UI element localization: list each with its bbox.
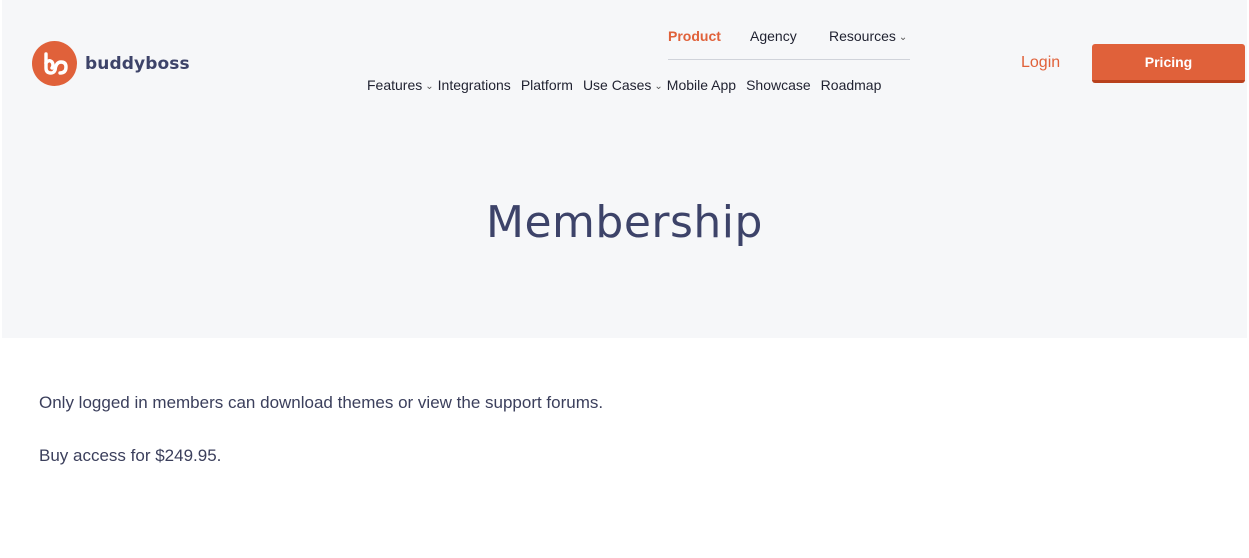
brand-logo-link[interactable]: buddyboss <box>32 41 190 86</box>
chevron-down-icon: ⌄ <box>898 32 908 43</box>
nav-features[interactable]: Features ⌄ <box>367 77 434 93</box>
chevron-down-icon: ⌄ <box>654 81 663 92</box>
nav-use-cases[interactable]: Use Cases ⌄ <box>583 77 663 93</box>
brand-name: buddyboss <box>85 53 190 74</box>
nav-mobile-app[interactable]: Mobile App <box>667 77 736 93</box>
nav-product[interactable]: Product <box>668 28 721 44</box>
nav-integrations[interactable]: Integrations <box>438 77 511 93</box>
nav-use-cases-label: Use Cases <box>582 77 652 93</box>
nav-showcase[interactable]: Showcase <box>746 77 811 93</box>
nav-resources[interactable]: Resources ⌄ <box>829 28 907 44</box>
nav-platform[interactable]: Platform <box>521 77 573 93</box>
nav-features-label: Features <box>367 77 423 93</box>
top-nav: Product Agency Resources ⌄ <box>668 26 910 60</box>
buddyboss-logo-icon <box>32 41 77 86</box>
price-notice: Buy access for $249.95. <box>39 446 222 465</box>
nav-resources-label: Resources <box>829 28 896 44</box>
page-title: Membership <box>486 197 763 248</box>
nav-roadmap[interactable]: Roadmap <box>821 77 882 93</box>
chevron-down-icon: ⌄ <box>425 81 434 92</box>
membership-notice: Only logged in members can download them… <box>39 393 604 412</box>
main-nav: Features ⌄ Integrations Platform Use Case… <box>367 77 881 93</box>
nav-agency[interactable]: Agency <box>750 28 797 44</box>
pricing-button[interactable]: Pricing <box>1092 44 1245 83</box>
login-link[interactable]: Login <box>1021 54 1060 72</box>
page-content: Only logged in members can download them… <box>39 392 603 498</box>
